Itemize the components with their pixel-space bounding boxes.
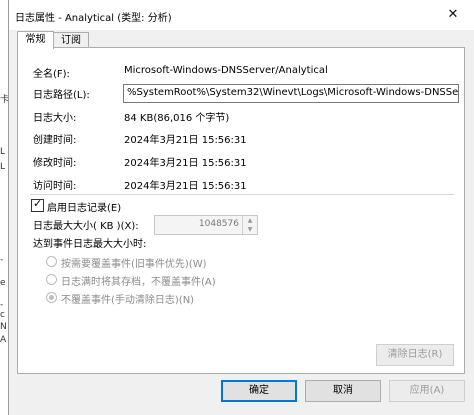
spin-arrows-icon[interactable]: ▲ ▼: [242, 216, 257, 234]
separator: [30, 194, 454, 195]
max-size-value: 1048576: [198, 219, 239, 229]
close-icon: ✕: [447, 7, 459, 22]
tab-general[interactable]: 常规: [17, 31, 54, 49]
max-size-label: 日志最大大小( KB )(X):: [33, 221, 139, 232]
log-properties-dialog: 日志属性 - Analytical (类型: 分析) ✕ 常规 订阅 全名(F)…: [8, 0, 474, 415]
title-bar[interactable]: 日志属性 - Analytical (类型: 分析) ✕: [9, 0, 474, 30]
background-text: L: [0, 147, 6, 157]
enable-logging-label: 启用日志记录(E): [47, 203, 122, 214]
max-size-stepper[interactable]: 1048576 ▲ ▼: [154, 215, 258, 235]
created-value: 2024年3月21日 15:56:31: [124, 135, 247, 146]
ok-button[interactable]: 确定: [221, 380, 297, 402]
full-name-value: Microsoft-Windows-DNSServer/Analytical: [124, 65, 328, 76]
radio-overwrite-as-needed[interactable]: [46, 256, 57, 267]
enable-logging-checkbox[interactable]: ✓: [31, 197, 44, 212]
background-text: L: [0, 162, 6, 172]
full-name-label: 全名(F):: [33, 69, 70, 80]
accessed-value: 2024年3月21日 15:56:31: [124, 181, 247, 192]
window-title: 日志属性 - Analytical (类型: 分析): [15, 13, 172, 24]
checkmark-icon: ✓: [33, 197, 43, 210]
radio-archive-when-full-label: 日志满时将其存档，不覆盖事件(A): [61, 277, 216, 288]
radio-overwrite-as-needed-label: 按需要覆盖事件(旧事件优先)(W): [61, 259, 207, 270]
when-max-reached-label: 达到事件日志最大大小时:: [33, 239, 147, 250]
accessed-label: 访问时间:: [33, 181, 77, 192]
log-size-value: 84 KB(86,016 个字节): [124, 113, 230, 124]
modified-value: 2024年3月21日 15:56:31: [124, 158, 247, 169]
close-button[interactable]: ✕: [431, 0, 474, 30]
clear-log-button[interactable]: 清除日志(R): [376, 344, 454, 366]
background-text: c: [0, 310, 5, 320]
background-text: -: [0, 300, 4, 310]
log-path-value: %SystemRoot%\System32\Winevt\Logs\Micros…: [127, 87, 459, 98]
background-text: A: [0, 335, 7, 345]
log-path-field[interactable]: %SystemRoot%\System32\Winevt\Logs\Micros…: [123, 84, 459, 103]
apply-button[interactable]: 应用(A): [389, 380, 465, 402]
tab-subscriptions[interactable]: 订阅: [53, 32, 89, 48]
created-label: 创建时间:: [33, 135, 77, 146]
cancel-button[interactable]: 取消: [305, 380, 381, 402]
radio-archive-when-full[interactable]: [46, 274, 57, 285]
radio-do-not-overwrite[interactable]: [46, 292, 57, 303]
radio-do-not-overwrite-label: 不覆盖事件(手动清除日志)(N): [61, 295, 195, 306]
log-path-label: 日志路径(L):: [33, 90, 90, 101]
log-size-label: 日志大小:: [33, 113, 77, 124]
modified-label: 修改时间:: [33, 158, 77, 169]
background-text: N: [0, 322, 7, 332]
background-text: -: [0, 255, 4, 265]
general-tab-panel: 全名(F): Microsoft-Windows-DNSServer/Analy…: [17, 47, 465, 374]
background-text: e: [0, 278, 6, 288]
